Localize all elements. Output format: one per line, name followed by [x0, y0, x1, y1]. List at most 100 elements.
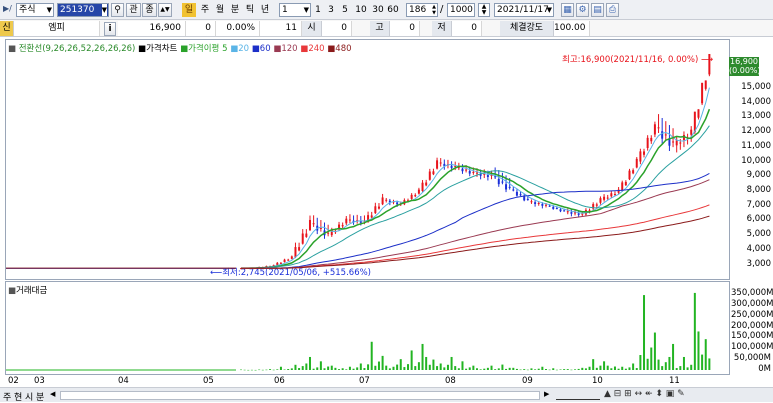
interval-3[interactable]: 3 — [326, 3, 336, 17]
interval-1[interactable]: 1 — [313, 3, 323, 17]
order-button[interactable]: 종 — [142, 3, 157, 17]
volume-bar — [650, 347, 653, 370]
tab-main[interactable]: 주 — [3, 390, 11, 403]
strength-label: 체결강도 — [500, 21, 554, 36]
chart-icon[interactable]: ▦ — [561, 3, 574, 17]
candle-body — [508, 186, 511, 188]
candle-body — [704, 80, 707, 89]
volume-bar — [708, 358, 711, 370]
settings-icon[interactable]: ▤ — [591, 3, 604, 17]
volume-bar — [461, 361, 464, 370]
volume-bar — [472, 365, 475, 370]
zoom-controls-icon[interactable]: ▲ ⊟ ⊞ ↔ ↞ ⬍ ▣ ✎ — [604, 389, 685, 399]
volume-bar — [327, 366, 330, 370]
search-icon[interactable]: ⚲ — [111, 3, 124, 17]
slash-separator: / — [440, 4, 444, 15]
candle-body — [476, 172, 478, 174]
stock-code-input[interactable]: 251370 ▼ — [57, 3, 109, 17]
volume-bar — [672, 343, 675, 370]
volume-bar — [610, 368, 613, 370]
gear-icon[interactable]: ⚙ — [576, 3, 589, 17]
candle-body — [523, 196, 526, 201]
volume-bar — [279, 366, 282, 370]
volume-bar — [701, 354, 704, 370]
candle-body — [385, 199, 388, 201]
candle-body — [555, 208, 558, 210]
menu-arrow-icon[interactable]: ▶/ — [3, 4, 12, 13]
tab-current[interactable]: 현 — [14, 390, 22, 403]
volume-bar — [330, 365, 333, 370]
x-tick-label: 08 — [445, 376, 456, 386]
candle-body — [319, 227, 322, 229]
candle-body — [697, 109, 700, 118]
scroll-left-icon[interactable]: ◀ — [50, 390, 55, 398]
volume-bar — [624, 368, 627, 370]
volume-bar — [425, 356, 428, 370]
zoom-slider[interactable] — [556, 391, 600, 400]
candle-body — [468, 170, 471, 174]
bar-count-input[interactable]: 186 ▲ ▼ — [406, 3, 438, 17]
volume-bar — [417, 362, 420, 370]
price-tick-label: 5,000 — [746, 229, 771, 240]
volume-bar — [265, 369, 268, 371]
period-weekly[interactable]: 주 — [199, 3, 211, 17]
tab-time[interactable]: 시 — [25, 390, 33, 403]
period-monthly[interactable]: 월 — [214, 3, 226, 17]
volume-bar — [388, 368, 391, 370]
interval-10[interactable]: 10 — [354, 3, 368, 17]
x-tick-label: 04 — [118, 376, 129, 386]
horizontal-scrollbar[interactable] — [60, 391, 540, 400]
volume-bar — [403, 367, 406, 370]
price-tick-label: 15,000 — [741, 81, 771, 92]
print-icon[interactable]: ⎙ — [606, 3, 619, 17]
price-tick-label: 11,000 — [741, 140, 771, 151]
volume-bar — [490, 365, 493, 370]
volume-bar — [628, 367, 631, 370]
bar-total-input[interactable]: 1000 — [447, 3, 475, 17]
change-percent: 0.00% — [216, 21, 260, 36]
period-minute[interactable]: 분 — [229, 3, 241, 17]
interval-select[interactable]: 1 ▼ — [279, 3, 311, 17]
candle-body — [574, 212, 577, 214]
interval-60[interactable]: 60 — [386, 3, 400, 17]
info-button[interactable]: i — [104, 22, 116, 36]
period-yearly[interactable]: 년 — [259, 3, 271, 17]
candle-body — [287, 259, 290, 261]
market-type-select[interactable]: 주식 ▼ — [16, 3, 54, 17]
candle-body — [646, 137, 649, 149]
scroll-right-icon[interactable]: ▶ — [544, 390, 549, 398]
interval-5[interactable]: 5 — [340, 3, 350, 17]
candle-body — [603, 196, 606, 200]
spinner-icon[interactable]: ▲▼ — [158, 3, 172, 17]
x-tick-label: 07 — [359, 376, 370, 386]
volume-bar — [584, 368, 587, 370]
spinner-icon[interactable]: ▲▼ — [478, 3, 490, 17]
candle-body — [436, 160, 439, 169]
tab-minute[interactable]: 분 — [36, 390, 44, 403]
period-daily-badge[interactable]: 일 — [182, 3, 196, 17]
related-button[interactable]: 관 — [126, 3, 141, 17]
candle-body — [505, 184, 508, 190]
candle-body — [294, 247, 297, 258]
ma60-line — [241, 172, 710, 269]
candle-body — [341, 225, 344, 227]
stock-name: 엠피 — [14, 21, 100, 36]
ma480-line — [241, 215, 710, 269]
price-tick-label: 12,000 — [741, 126, 771, 137]
volume-bar — [599, 365, 602, 370]
date-select[interactable]: 2021/11/17 ▼ — [494, 3, 554, 17]
open-value: 0 — [322, 21, 352, 36]
high-value: 0 — [390, 21, 420, 36]
volume-bar — [294, 364, 297, 370]
volume-bar — [577, 368, 580, 370]
candle-body — [635, 158, 638, 168]
volume-value: 11 — [260, 21, 302, 36]
candle-body — [632, 170, 635, 174]
candle-body — [312, 223, 315, 225]
volume-bar — [595, 367, 598, 370]
interval-30[interactable]: 30 — [371, 3, 385, 17]
candle-body — [298, 247, 301, 251]
period-tick[interactable]: 틱 — [244, 3, 256, 17]
candle-body — [639, 151, 642, 162]
price-tick-label: 10,000 — [741, 155, 771, 166]
